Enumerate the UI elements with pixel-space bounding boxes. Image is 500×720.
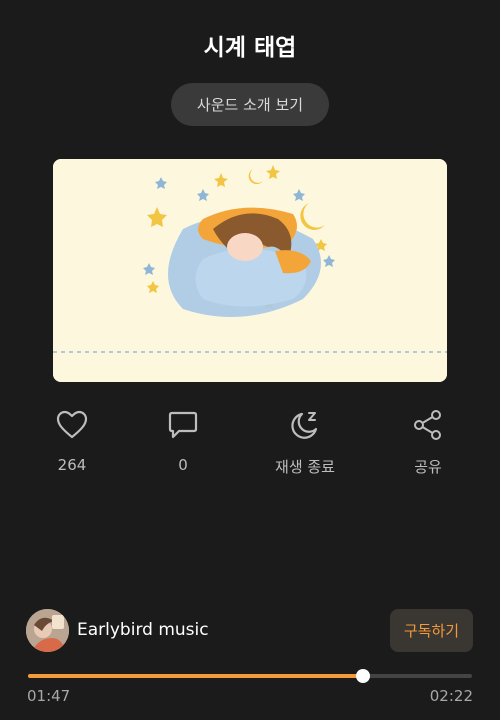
cover-art — [53, 159, 447, 382]
progress-handle[interactable] — [355, 669, 370, 683]
artist-row[interactable]: Earlybird music — [26, 608, 209, 652]
comment-button[interactable]: 0 — [123, 408, 243, 474]
like-button[interactable]: 264 — [12, 408, 132, 474]
comment-count: 0 — [178, 456, 188, 474]
track-title: 시계 태엽 — [203, 35, 297, 61]
progress-fill — [28, 674, 363, 678]
avatar[interactable] — [26, 608, 69, 652]
artist-name[interactable]: Earlybird music — [77, 620, 209, 640]
sound-intro-button[interactable]: 사운드 소개 보기 — [171, 83, 329, 126]
player-screen: 시계 태엽 사운드 소개 보기 264 0 재생 종료 공유 Earlybird… — [0, 0, 500, 720]
heart-icon — [55, 408, 89, 442]
action-bar: 264 0 재생 종료 공유 — [0, 408, 500, 488]
current-time: 01:47 — [27, 687, 71, 705]
share-label: 공유 — [414, 458, 442, 476]
share-icon — [411, 408, 445, 442]
total-time: 02:22 — [429, 687, 473, 705]
comment-icon — [166, 408, 200, 442]
sleep-timer-icon — [288, 408, 322, 442]
share-button[interactable]: 공유 — [368, 408, 488, 477]
sleep-timer-button[interactable]: 재생 종료 — [245, 408, 365, 477]
progress-bar[interactable] — [28, 669, 472, 683]
subscribe-button[interactable]: 구독하기 — [390, 609, 473, 652]
sleep-timer-label: 재생 종료 — [275, 458, 335, 476]
sleeping-illustration — [53, 159, 447, 382]
like-count: 264 — [57, 456, 87, 474]
